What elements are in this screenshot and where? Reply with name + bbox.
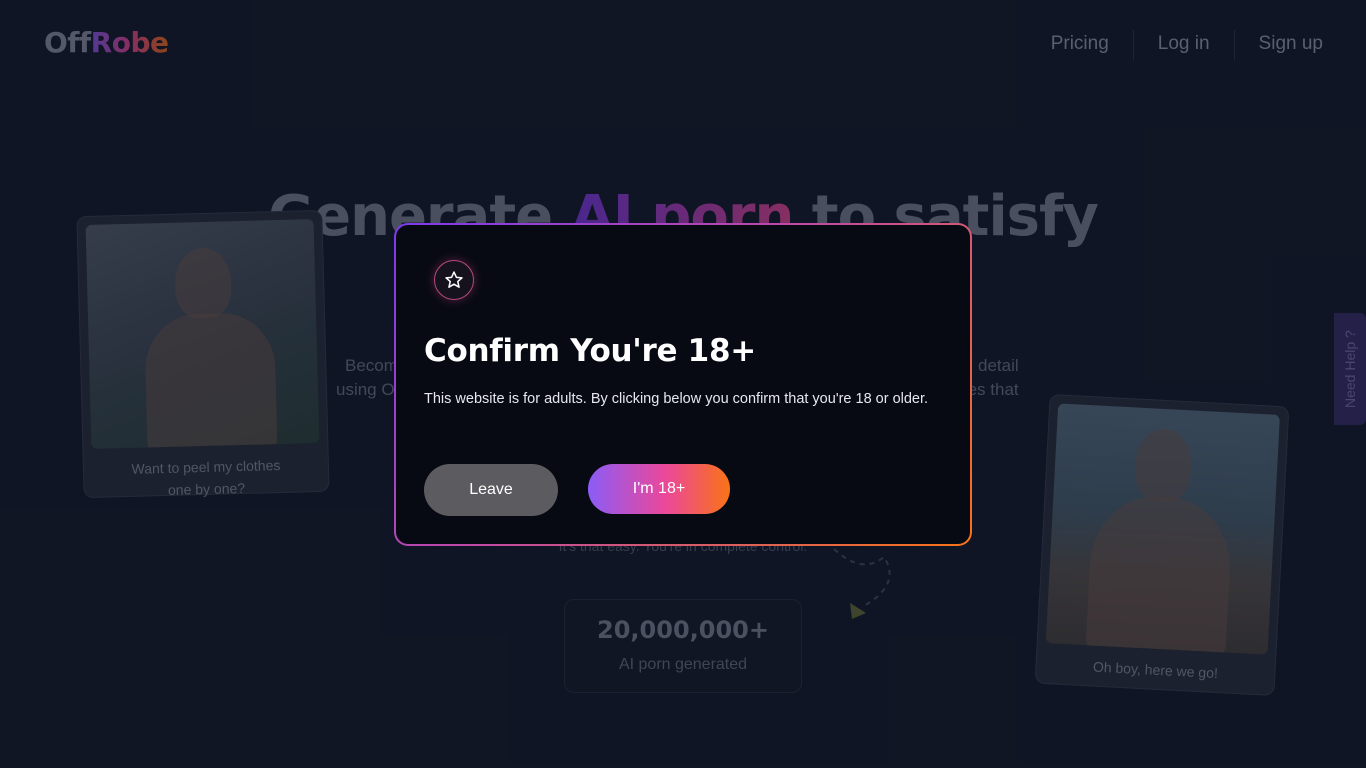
confirm-18-button[interactable]: I'm 18+ (588, 464, 730, 514)
leave-button[interactable]: Leave (424, 464, 558, 516)
modal-body: Confirm You're 18+ This website is for a… (396, 225, 970, 544)
age-confirm-modal: Confirm You're 18+ This website is for a… (394, 223, 972, 546)
modal-description: This website is for adults. By clicking … (424, 391, 929, 407)
modal-title: Confirm You're 18+ (424, 333, 756, 369)
star-icon (434, 260, 474, 300)
